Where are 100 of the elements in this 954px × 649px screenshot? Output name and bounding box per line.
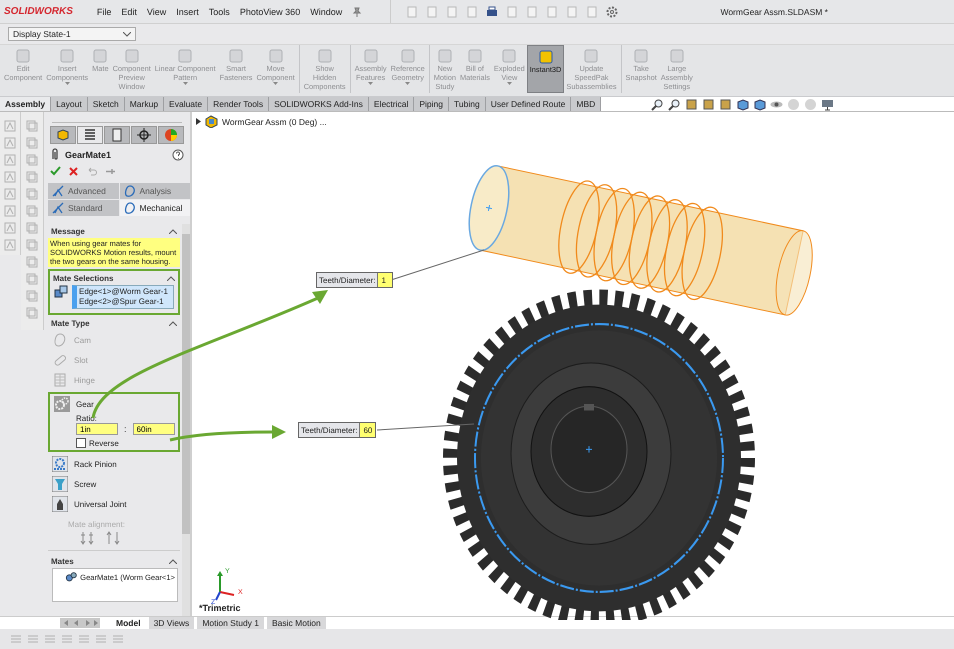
view-tool-icon[interactable]	[26, 239, 38, 251]
caret-icon[interactable]	[506, 82, 512, 85]
ok-check-icon[interactable]	[50, 166, 61, 176]
command-tab[interactable]: Evaluate	[164, 97, 208, 111]
view-tool-icon[interactable]	[26, 205, 38, 217]
caret-icon[interactable]	[182, 82, 188, 85]
rack-pinion-icon[interactable]	[52, 456, 68, 472]
command-tab[interactable]: Markup	[124, 97, 164, 111]
anti-aligned-icon[interactable]	[106, 531, 120, 545]
menu-item[interactable]: Insert	[176, 6, 199, 16]
menu-item[interactable]: Window	[310, 6, 342, 16]
view-tool-icon[interactable]	[26, 222, 38, 234]
bottom-tab[interactable]: Motion Study 1	[197, 617, 264, 629]
annotation-tool-icon[interactable]	[4, 222, 16, 234]
menu-item[interactable]: File	[96, 6, 112, 16]
annotation-tool-icon[interactable]	[4, 188, 16, 200]
ratio-field[interactable]: 1in	[76, 423, 118, 435]
view-tool-icon[interactable]	[26, 188, 38, 200]
command-tab[interactable]: Render Tools	[208, 97, 270, 111]
caret-icon[interactable]	[368, 82, 374, 85]
tool-icon	[316, 48, 333, 64]
command-tab[interactable]: Sketch	[88, 97, 125, 111]
selection-item[interactable]: Edge<1>@Worm Gear-1	[79, 287, 171, 297]
view-tool-icon[interactable]	[26, 256, 38, 268]
ratio-field[interactable]: 60in	[132, 423, 175, 435]
command-tab[interactable]: SOLIDWORKS Add-Ins	[269, 97, 369, 111]
selection-list[interactable]: Edge<1>@Worm Gear-1 Edge<2>@Spur Gear-1	[72, 285, 174, 309]
status-tool-icon[interactable]	[10, 633, 22, 645]
status-tool-icon[interactable]	[44, 633, 56, 645]
mode-tab[interactable]: Analysis	[120, 183, 190, 199]
collapse-icon[interactable]	[169, 229, 177, 234]
bottom-tab[interactable]: 3D Views	[148, 617, 194, 629]
command-tab[interactable]: User Defined Route	[486, 97, 572, 111]
panel-tab[interactable]	[104, 126, 130, 144]
monitor-icon[interactable]	[821, 98, 834, 110]
menu-item[interactable]: Tools	[208, 6, 230, 16]
annotation-tool-icon[interactable]	[4, 239, 16, 251]
collapse-icon[interactable]	[169, 559, 177, 564]
annotation-tool-icon[interactable]	[4, 171, 16, 183]
status-tool-icon[interactable]	[61, 633, 73, 645]
status-tool-icon[interactable]	[27, 633, 39, 645]
caret-icon[interactable]	[273, 82, 278, 85]
menu-item[interactable]: Edit	[121, 6, 137, 16]
callout-value[interactable]: 1	[377, 273, 392, 287]
view-tool-icon[interactable]	[26, 154, 38, 166]
help-icon[interactable]	[172, 148, 184, 160]
view-tool-icon[interactable]	[26, 307, 38, 319]
annotation-tool-icon[interactable]	[4, 120, 16, 132]
callout-value[interactable]: 60	[359, 423, 376, 437]
command-tab[interactable]: Electrical	[368, 97, 414, 111]
crosshair-icon	[137, 128, 151, 142]
expand-arrow-icon[interactable]	[196, 118, 201, 125]
view-tool-icon[interactable]	[26, 273, 38, 285]
mode-tab[interactable]: Advanced	[48, 183, 118, 199]
print-icon[interactable]	[485, 4, 500, 18]
caret-icon[interactable]	[64, 82, 70, 85]
magnifier-icon[interactable]	[668, 98, 682, 110]
joint-icon[interactable]	[52, 496, 68, 512]
tab-navigation-icon[interactable]	[60, 618, 100, 628]
annotation-tool-icon[interactable]	[4, 205, 16, 217]
command-tab[interactable]: Assembly	[0, 97, 52, 111]
collapse-icon[interactable]	[169, 321, 177, 326]
display-state-dropdown[interactable]: Display State-1	[8, 27, 136, 41]
aligned-icon[interactable]	[80, 531, 94, 545]
settings-icon[interactable]	[605, 4, 620, 18]
menu-item[interactable]: PhotoView 360	[240, 6, 300, 16]
mode-tab[interactable]: Mechanical	[120, 200, 190, 216]
dimension-callout[interactable]: Teeth/Diameter: 1	[316, 272, 394, 288]
dimension-callout[interactable]: Teeth/Diameter: 60	[298, 422, 376, 438]
command-tab[interactable]: Tubing	[449, 97, 486, 111]
status-tool-icon[interactable]	[112, 633, 124, 645]
view-tool-icon[interactable]	[26, 290, 38, 302]
cancel-x-icon[interactable]	[69, 166, 78, 176]
collapse-icon[interactable]	[167, 276, 175, 281]
panel-tab[interactable]	[131, 126, 157, 144]
command-tab[interactable]: Layout	[51, 97, 88, 111]
magnifier-icon[interactable]	[651, 98, 664, 110]
chevron-icon[interactable]	[123, 32, 131, 36]
bottom-tab[interactable]: Basic Motion	[267, 617, 326, 629]
screw-icon[interactable]	[52, 476, 68, 492]
view-tool-icon[interactable]	[26, 171, 38, 183]
mode-tab[interactable]: Standard	[48, 200, 118, 216]
status-tool-icon[interactable]	[95, 633, 107, 645]
menu-item[interactable]: View	[146, 6, 166, 16]
selection-item[interactable]: Edge<2>@Spur Gear-1	[79, 297, 171, 307]
panel-tab[interactable]	[77, 126, 103, 144]
status-tool-icon[interactable]	[78, 633, 90, 645]
gear-icon[interactable]	[54, 396, 70, 412]
reverse-checkbox[interactable]	[76, 438, 86, 448]
annotation-tool-icon[interactable]	[4, 137, 16, 149]
view-tool-icon[interactable]	[26, 120, 38, 132]
command-tab[interactable]: MBD	[571, 97, 602, 111]
annotation-tool-icon[interactable]	[4, 154, 16, 166]
panel-tab[interactable]	[50, 126, 76, 144]
tree-item[interactable]: WormGear Assm (0 Deg) ...	[222, 116, 327, 126]
caret-icon[interactable]	[405, 82, 410, 85]
command-tab[interactable]: Piping	[414, 97, 450, 111]
ratio-label: Ratio:	[75, 414, 98, 423]
view-tool-icon[interactable]	[26, 137, 38, 149]
scroll-thumb[interactable]	[182, 234, 190, 534]
